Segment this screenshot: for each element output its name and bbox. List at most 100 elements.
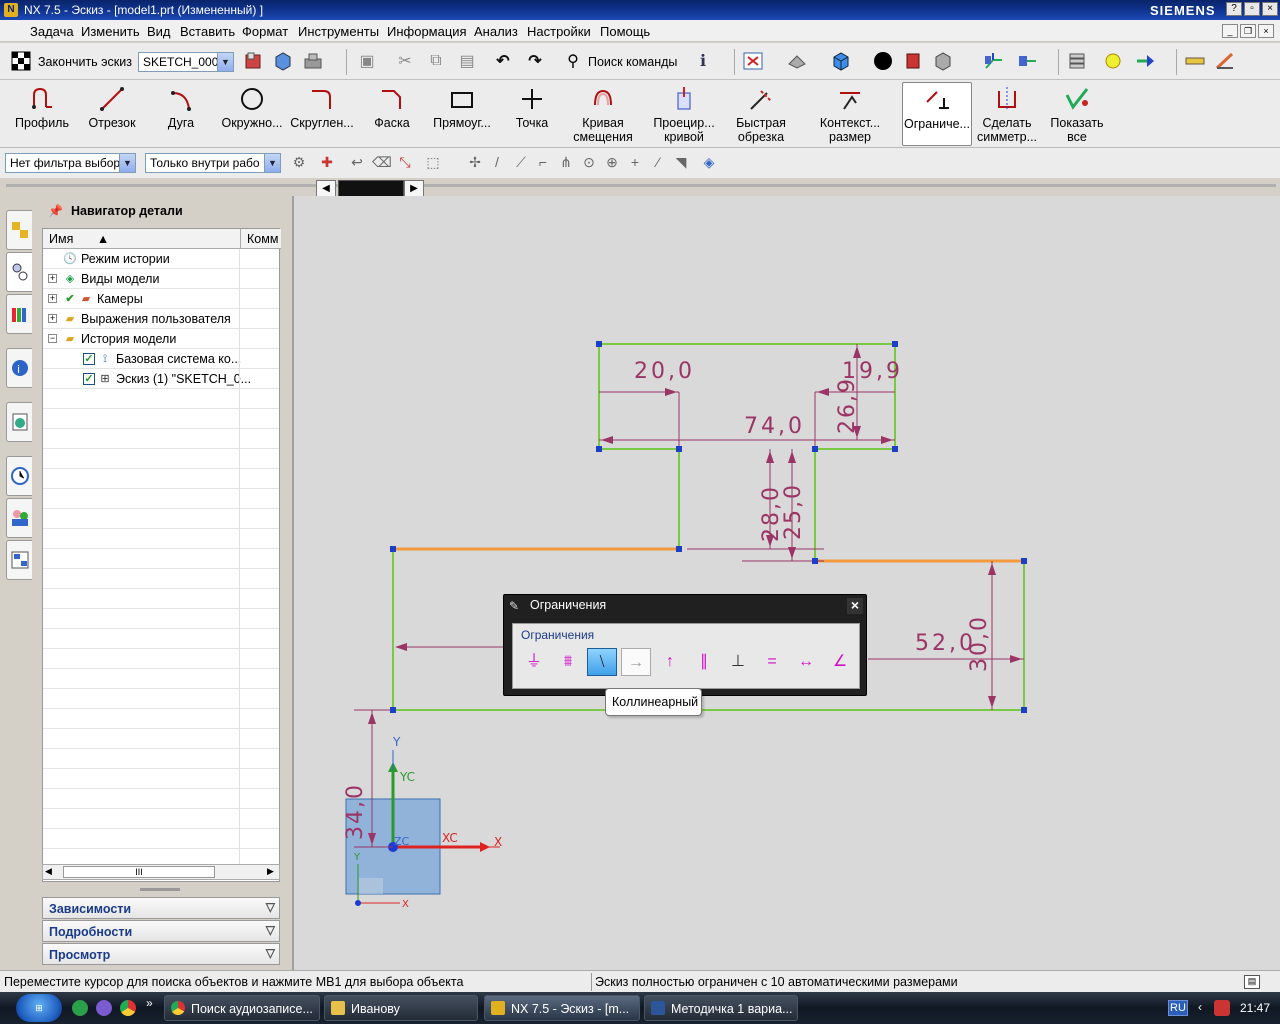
menu-help[interactable]: Помощь: [600, 24, 650, 39]
constant-angle-constraint-icon[interactable]: ∠: [825, 648, 855, 676]
restore-window-button[interactable]: ▫: [1244, 2, 1260, 16]
roles-tab[interactable]: [6, 498, 32, 538]
project-curve-button[interactable]: Проецир... кривой: [648, 82, 720, 146]
point-on-face-icon[interactable]: ◥: [672, 153, 690, 171]
expand-icon[interactable]: +: [48, 274, 57, 283]
language-indicator[interactable]: RU: [1168, 1000, 1188, 1016]
tree-item-datum-csys[interactable]: ✓ ⟟ Базовая система ко...: [43, 349, 279, 369]
end-point-icon[interactable]: /: [488, 153, 506, 171]
copy-icon[interactable]: ⧉: [423, 48, 449, 74]
visibility-checkbox[interactable]: ✓: [83, 353, 95, 365]
close-window-button[interactable]: ×: [1262, 2, 1278, 16]
bounded-grid-icon[interactable]: ◈: [700, 153, 718, 171]
perpendicular-constraint-icon[interactable]: ⊥: [723, 648, 753, 676]
help-icon[interactable]: ?: [1226, 2, 1242, 16]
menu-edit[interactable]: Изменить: [81, 24, 140, 39]
constant-length-constraint-icon[interactable]: ↔: [791, 648, 821, 676]
make-symmetric-button[interactable]: Сделать симметр...: [974, 82, 1040, 146]
magnet-icon[interactable]: [1100, 48, 1126, 74]
layer-icon[interactable]: [1064, 48, 1090, 74]
return-icon[interactable]: ↩: [348, 153, 366, 171]
web-browser-tab[interactable]: [6, 402, 32, 442]
update-model-icon[interactable]: [300, 48, 326, 74]
measure-icon[interactable]: [1182, 48, 1208, 74]
tree-item-history-mode[interactable]: 🕓 Режим истории: [43, 249, 279, 269]
finish-sketch-label[interactable]: Закончить эскиз: [38, 55, 132, 69]
tree-item-model-history[interactable]: − ▰ История модели: [43, 329, 279, 349]
task-nx[interactable]: NX 7.5 - Эскиз - [m...: [484, 995, 640, 1021]
inferred-dimension-button[interactable]: Контекст... размер: [810, 82, 890, 146]
scroll-left-icon[interactable]: ◀: [45, 866, 52, 877]
sketch-drawing[interactable]: Y YC ZC XC X Y X 20,0 19,9 74,0 26,9 28,…: [294, 196, 1280, 970]
tree-item-sketch[interactable]: ✓ ⊞ Эскиз (1) "SKETCH_0...: [43, 369, 279, 389]
finish-sketch-icon[interactable]: [8, 48, 34, 74]
undo-icon[interactable]: ↶: [490, 48, 516, 74]
chrome-icon[interactable]: [120, 1000, 136, 1016]
select-filter-icon[interactable]: ⚙: [290, 153, 308, 171]
binoculars-icon[interactable]: ⚲: [560, 48, 586, 74]
start-button[interactable]: ⊞: [16, 994, 62, 1022]
chevron-down-icon[interactable]: ▼: [217, 53, 233, 71]
assembly-navigator-tab[interactable]: [6, 210, 32, 250]
menu-format[interactable]: Формат: [242, 24, 288, 39]
sketch-name-select[interactable]: SKETCH_000 ▼: [138, 52, 234, 72]
angle-measure-icon[interactable]: [1212, 48, 1238, 74]
chamfer-button[interactable]: Фаска: [360, 82, 424, 146]
horizontal-scrollbar[interactable]: ◀ III ▶: [42, 864, 280, 880]
menu-insert[interactable]: Вставить: [180, 24, 235, 39]
info-icon[interactable]: ℹ: [690, 48, 716, 74]
find-command-button[interactable]: Поиск команды: [588, 55, 677, 69]
existing-point-icon[interactable]: +: [626, 153, 644, 171]
red-cube-icon[interactable]: [900, 48, 926, 74]
mid-point-icon[interactable]: ⟋: [512, 153, 530, 171]
box-select-icon[interactable]: ⬚: [424, 153, 442, 171]
visibility-checkbox[interactable]: ✓: [83, 373, 95, 385]
hd3d-tools-tab[interactable]: i: [6, 348, 32, 388]
menu-preferences[interactable]: Настройки: [527, 24, 591, 39]
doc-close-button[interactable]: ×: [1258, 24, 1274, 38]
arc-center-icon[interactable]: ⊙: [580, 153, 598, 171]
part-navigator-tab[interactable]: [6, 252, 32, 292]
fillet-button[interactable]: Скруглен...: [288, 82, 356, 146]
chevron-down-icon[interactable]: ▼: [119, 154, 135, 172]
column-header-comment[interactable]: Комм: [241, 229, 281, 249]
parallel-constraint-icon[interactable]: ∥: [689, 648, 719, 676]
constraints-button[interactable]: Ограниче...: [902, 82, 972, 146]
point-button[interactable]: Точка: [502, 82, 562, 146]
offset-curve-button[interactable]: Кривая смещения: [566, 82, 640, 146]
menu-task[interactable]: Задача: [30, 24, 74, 39]
equal-length-constraint-icon[interactable]: =: [757, 648, 787, 676]
quadrant-icon[interactable]: ⊕: [603, 153, 621, 171]
scroll-thumb[interactable]: III: [63, 866, 215, 878]
listing-window-icon[interactable]: ▤: [1244, 975, 1260, 989]
task-chrome[interactable]: Поиск аудиозаписе...: [164, 995, 320, 1021]
collapse-icon[interactable]: −: [48, 334, 57, 343]
splitter-handle[interactable]: [140, 888, 180, 891]
render-style-icon[interactable]: [784, 48, 810, 74]
utorrent-icon[interactable]: [72, 1000, 88, 1016]
any-point-icon[interactable]: ✢: [466, 153, 484, 171]
quicklaunch-more-icon[interactable]: »: [146, 996, 153, 1010]
orient-sphere-icon[interactable]: [870, 48, 896, 74]
type-filter-select[interactable]: Нет фильтра выбора ▼: [5, 153, 136, 173]
redo-icon[interactable]: ↷: [522, 48, 548, 74]
column-header-name[interactable]: Имя ▲: [43, 229, 241, 249]
details-panel[interactable]: Подробности ▽: [42, 920, 280, 942]
grey-cube-icon[interactable]: [930, 48, 956, 74]
arc-button[interactable]: Дуга: [148, 82, 214, 146]
collinear-constraint-icon[interactable]: ⧵: [587, 648, 617, 676]
doc-restore-button[interactable]: ❐: [1240, 24, 1256, 38]
menu-information[interactable]: Информация: [387, 24, 467, 39]
save-icon[interactable]: ▣: [354, 48, 380, 74]
fit-view-icon[interactable]: [740, 48, 766, 74]
menu-view[interactable]: Вид: [147, 24, 171, 39]
cursor-icon[interactable]: ⤡: [396, 153, 414, 171]
close-dialog-button[interactable]: ×: [847, 598, 863, 614]
task-word[interactable]: Методичка 1 вариа...: [644, 995, 798, 1021]
intersection-icon[interactable]: ⋔: [557, 153, 575, 171]
scroll-right-icon[interactable]: ▶: [267, 866, 274, 877]
tray-app-icon[interactable]: [1214, 1000, 1230, 1016]
snap-point-icon[interactable]: ✚: [318, 153, 336, 171]
scope-filter-select[interactable]: Только внутри рабо ▼: [145, 153, 281, 173]
graphics-window[interactable]: Y YC ZC XC X Y X 20,0 19,9 74,0 26,9 28,…: [292, 196, 1280, 970]
